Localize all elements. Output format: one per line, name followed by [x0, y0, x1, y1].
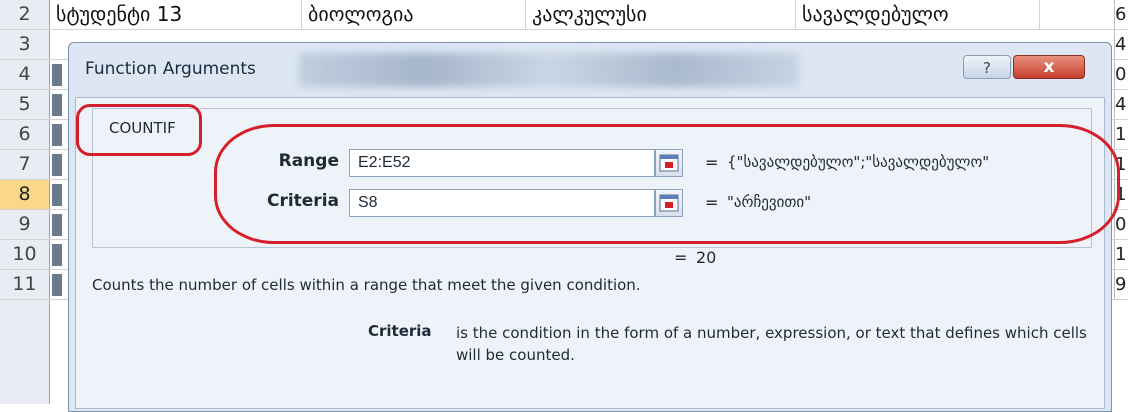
function-group-box: COUNTIF Range E2:E52 = {"სავალდებულო";"ს…	[92, 108, 1092, 248]
row-header[interactable]: 6	[0, 120, 50, 149]
cell-edge-value[interactable]: 4	[1114, 90, 1128, 119]
collapse-dialog-icon	[659, 154, 679, 172]
range-collapse-button[interactable]	[655, 149, 683, 177]
collapse-dialog-icon	[659, 194, 679, 212]
cell-type[interactable]: სავალდებულო	[796, 0, 1040, 29]
criteria-collapse-button[interactable]	[655, 189, 683, 217]
argument-help-text: is the condition in the form of a number…	[456, 324, 1087, 364]
criteria-equals: =	[705, 193, 719, 212]
range-input[interactable]: E2:E52	[349, 149, 655, 177]
cell-stub	[52, 244, 62, 266]
cell-edge-value[interactable]: 1	[1114, 180, 1128, 209]
criteria-label: Criteria	[266, 191, 339, 211]
criteria-input[interactable]: S8	[349, 189, 655, 217]
cell-edge-value[interactable]: 6	[1114, 0, 1128, 29]
cell-edge-value[interactable]: 0	[1114, 210, 1128, 239]
blurred-background	[299, 53, 799, 87]
cell-edge-value[interactable]: 4	[1114, 30, 1128, 59]
row-header[interactable]: 2	[0, 0, 50, 29]
close-button[interactable]: x	[1013, 55, 1085, 79]
cell-stub	[52, 124, 62, 146]
function-arguments-dialog: Function Arguments ? x COUNTIF Range E2:…	[68, 42, 1112, 412]
cell-subject[interactable]: ბიოლოგია	[302, 0, 526, 29]
sheet-row[interactable]: 2 სტუდენტი 13 ბიოლოგია კალკულუსი სავალდე…	[0, 0, 1128, 30]
cell-stub	[52, 154, 62, 176]
cell-edge-value[interactable]: 9	[1114, 270, 1128, 299]
formula-result: 20	[696, 248, 717, 267]
cell-student[interactable]: სტუდენტი 13	[50, 0, 302, 29]
function-name: COUNTIF	[109, 119, 176, 137]
dialog-title: Function Arguments	[85, 59, 256, 79]
row-header[interactable]: 3	[0, 30, 50, 59]
cell-edge-value[interactable]: 1	[1114, 120, 1128, 149]
cell-edge-value[interactable]: 0	[1114, 60, 1128, 89]
dialog-body: COUNTIF Range E2:E52 = {"სავალდებულო";"ს…	[75, 97, 1105, 409]
row-header[interactable]: 11	[0, 270, 50, 299]
result-equals: =	[674, 248, 688, 267]
row-header[interactable]: 10	[0, 240, 50, 269]
row-header-active[interactable]: 8	[0, 180, 50, 209]
cell-edge-value[interactable]: 1	[1114, 240, 1128, 269]
cell-stub	[52, 64, 62, 86]
row-header[interactable]: 5	[0, 90, 50, 119]
dialog-titlebar[interactable]: Function Arguments ? x	[69, 43, 1111, 97]
criteria-evaluated: "არჩევითი"	[727, 193, 812, 211]
cell-stub	[52, 274, 62, 296]
cell-stub	[52, 94, 62, 116]
help-button[interactable]: ?	[963, 55, 1011, 79]
cell-stub	[52, 184, 62, 206]
range-label: Range	[278, 151, 339, 171]
row-header[interactable]: 7	[0, 150, 50, 179]
row-header[interactable]	[0, 300, 50, 404]
range-evaluated: {"სავალდებულო";"სავალდებულო"	[727, 153, 990, 171]
argument-help-label: Criteria	[368, 322, 432, 340]
row-header[interactable]: 9	[0, 210, 50, 239]
cell-edge-value[interactable]: 1	[1114, 150, 1128, 179]
range-equals: =	[705, 153, 719, 172]
function-description: Counts the number of cells within a rang…	[92, 276, 641, 294]
cell-course[interactable]: კალკულუსი	[526, 0, 796, 29]
row-header[interactable]: 4	[0, 60, 50, 89]
cell-stub	[52, 214, 62, 236]
